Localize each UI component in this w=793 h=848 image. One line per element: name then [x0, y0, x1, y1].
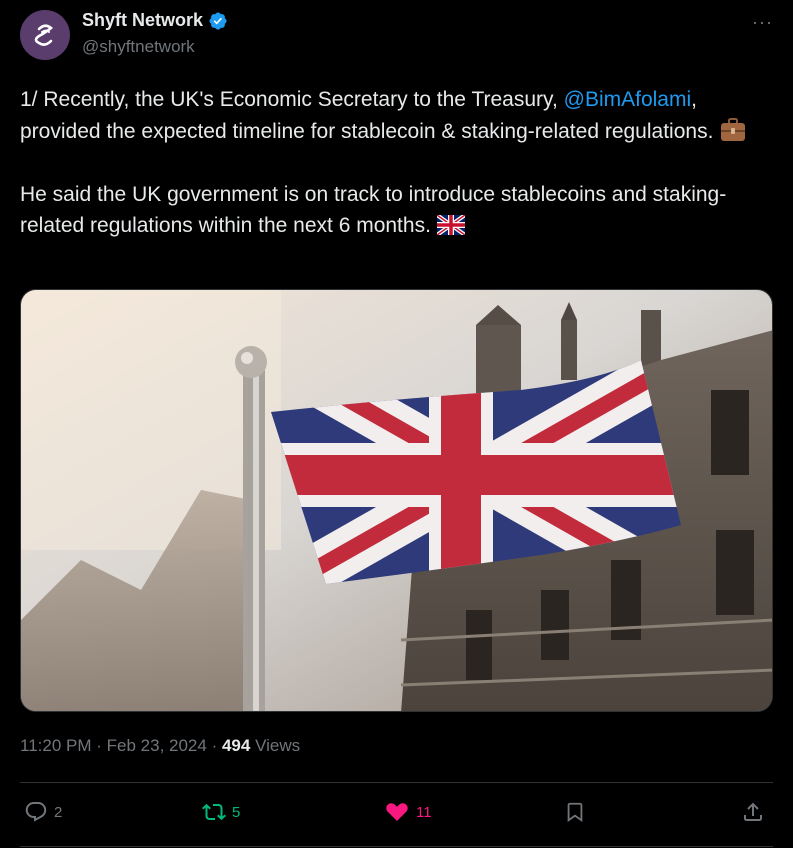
bookmark-button[interactable]	[564, 800, 586, 824]
tweet-text: 1/ Recently, the UK's Economic Secretary…	[20, 84, 780, 242]
reply-icon	[25, 802, 47, 822]
repost-icon	[202, 803, 226, 821]
uk-flag-icon	[435, 213, 466, 237]
briefcase-icon	[721, 117, 746, 141]
mention-link[interactable]: @BimAfolami	[564, 88, 692, 111]
author-name-row: Shyft Network	[82, 10, 228, 31]
reply-button[interactable]: 2	[24, 800, 62, 824]
share-icon	[744, 802, 762, 821]
like-count: 11	[416, 803, 432, 821]
tweet-date[interactable]: Feb 23, 2024	[107, 736, 207, 755]
tweet-meta: 11:20 PM · Feb 23, 2024 · 494 Views	[20, 736, 301, 755]
union-jack-photo[interactable]	[20, 289, 773, 712]
share-button[interactable]	[741, 800, 765, 824]
tweet-paragraph-2: He said the UK government is on track to…	[20, 182, 727, 238]
avatar[interactable]	[20, 10, 70, 60]
views-count: 494	[221, 736, 251, 755]
tweet-time[interactable]: 11:20 PM	[20, 736, 92, 755]
verified-badge-icon[interactable]	[208, 11, 228, 31]
heart-icon	[386, 803, 408, 821]
divider	[20, 782, 773, 783]
reply-count: 2	[54, 803, 63, 821]
author-handle[interactable]: @shyftnetwork	[82, 37, 195, 57]
shyft-logo-icon	[34, 24, 54, 46]
bookmark-icon	[567, 802, 583, 823]
repost-button[interactable]: 5	[202, 800, 240, 824]
author-display-name[interactable]: Shyft Network	[82, 10, 203, 31]
photo-illustration	[21, 290, 772, 711]
views-label: Views	[255, 736, 301, 755]
tweet-paragraph-1: 1/ Recently, the UK's Economic Secretary…	[20, 84, 780, 147]
more-options-icon[interactable]: ···	[752, 12, 773, 33]
like-button[interactable]: 11	[384, 800, 432, 824]
repost-count: 5	[232, 803, 241, 821]
divider-bottom	[20, 846, 773, 847]
